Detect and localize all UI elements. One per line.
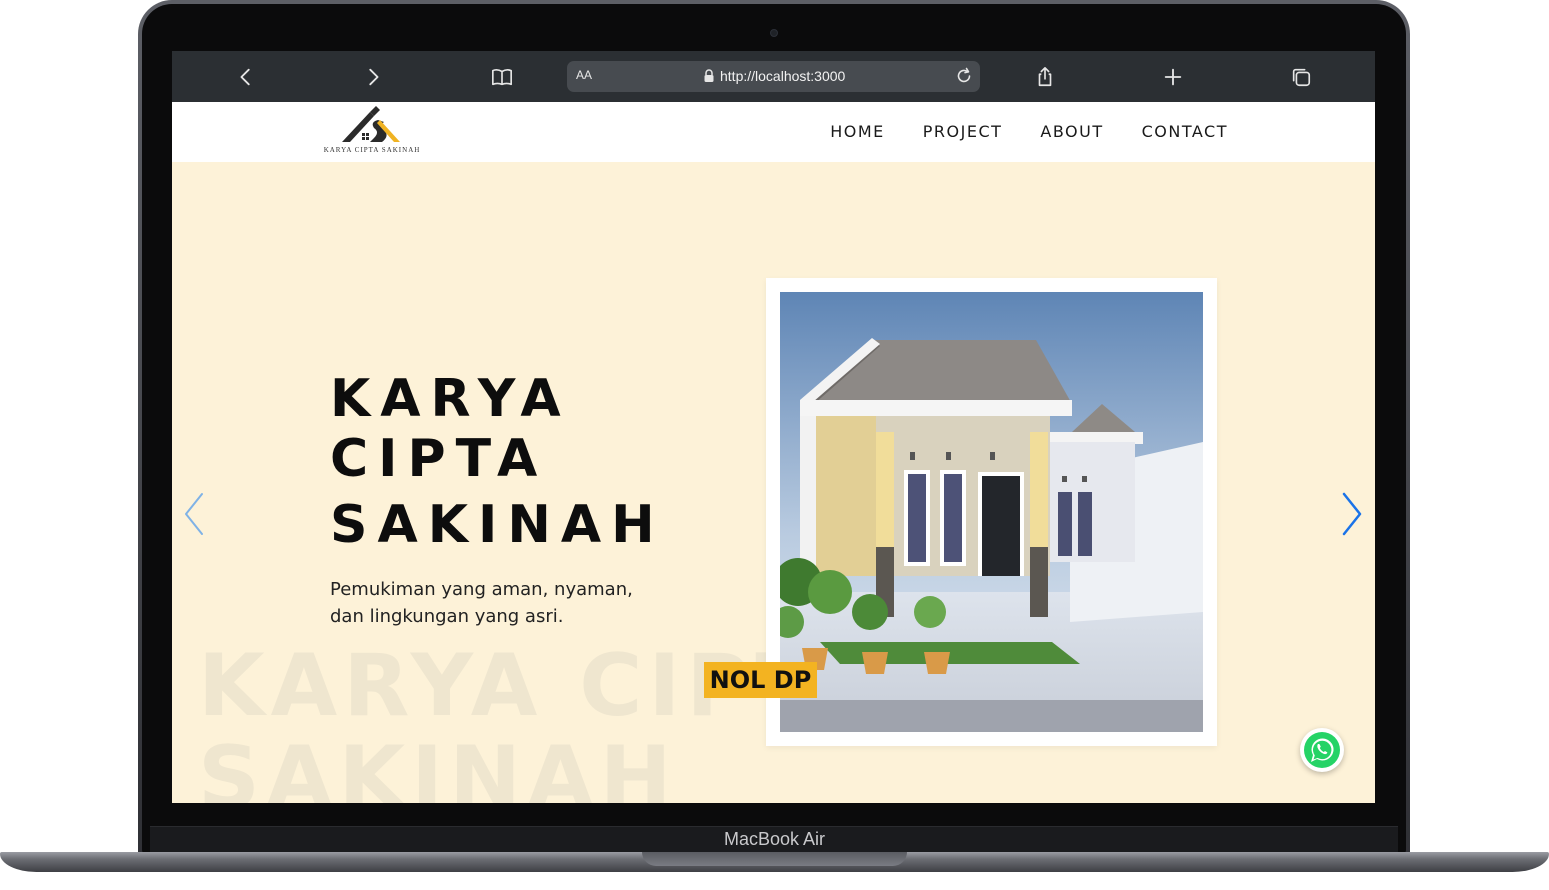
reload-icon[interactable]: [954, 66, 974, 86]
text-size-button[interactable]: AA: [576, 68, 592, 82]
whatsapp-icon: [1304, 732, 1340, 768]
browser-toolbar: AA http://localhost:3000: [172, 51, 1375, 102]
nav-contact[interactable]: CONTACT: [1142, 122, 1228, 141]
logo-text: KARYA CIPTA SAKINAH: [323, 146, 421, 154]
new-tab-icon[interactable]: [1159, 63, 1187, 91]
hero-slider: KARYA CIPTA SAKINAH KARYA CIPTA SAKINAH …: [172, 162, 1375, 803]
logo-mark: [342, 106, 400, 142]
carousel-next-icon[interactable]: [1340, 492, 1364, 536]
url-text[interactable]: http://localhost:3000: [720, 68, 845, 84]
house-photo-frame: [766, 278, 1217, 746]
camera: [770, 29, 778, 37]
nav-about[interactable]: ABOUT: [1040, 122, 1103, 141]
hero-title-line: SAKINAH: [330, 495, 665, 555]
model-label: MacBook Air: [723, 829, 826, 849]
nav-home[interactable]: HOME: [830, 122, 885, 141]
hero-title-line: CIPTA: [330, 429, 548, 489]
site-logo[interactable]: KARYA CIPTA SAKINAH: [320, 106, 424, 158]
hero-title-line: KARYA: [330, 369, 571, 429]
house-illustration: [780, 292, 1203, 732]
lock-icon: [704, 69, 714, 82]
forward-icon[interactable]: [359, 63, 387, 91]
carousel-prev-icon[interactable]: [182, 492, 206, 536]
laptop-notch: [642, 852, 907, 866]
tabs-icon[interactable]: [1287, 63, 1315, 91]
nav-project[interactable]: PROJECT: [923, 122, 1003, 141]
hero-title: KARYA CIPTA SAKINAH: [330, 369, 750, 555]
whatsapp-button[interactable]: [1300, 728, 1344, 772]
screen: AA http://localhost:3000 KARYA CIPTA SAK…: [172, 51, 1375, 803]
bookmarks-icon[interactable]: [488, 63, 516, 91]
main-nav: HOME PROJECT ABOUT CONTACT: [830, 122, 1228, 141]
address-bar[interactable]: AA http://localhost:3000: [567, 61, 980, 92]
share-icon[interactable]: [1031, 63, 1059, 91]
nol-dp-badge: NOL DP: [704, 662, 817, 698]
site-header: KARYA CIPTA SAKINAH HOME PROJECT ABOUT C…: [172, 102, 1375, 162]
hero-subtitle: Pemukiman yang aman, nyaman, dan lingkun…: [330, 579, 633, 627]
back-icon[interactable]: [232, 63, 260, 91]
